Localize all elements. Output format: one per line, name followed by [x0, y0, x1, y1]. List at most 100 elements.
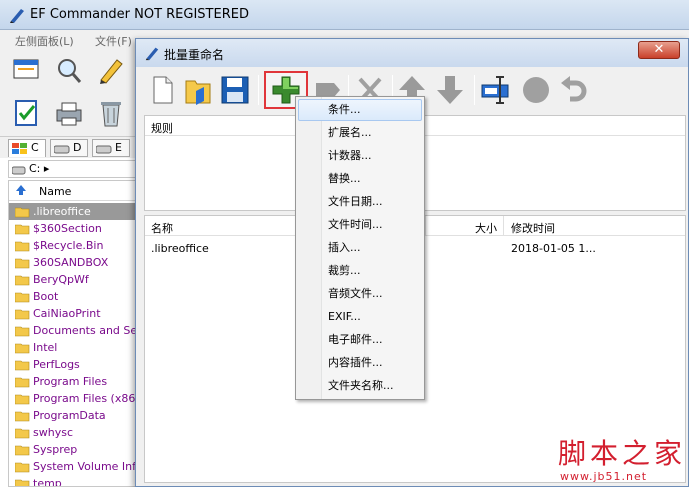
dialog-title: 批量重命名: [164, 48, 225, 62]
folder-icon: [14, 325, 30, 337]
list-item[interactable]: temp: [9, 475, 139, 486]
windows-drive-icon: [12, 143, 28, 154]
sort-up-arrow-icon[interactable]: [15, 184, 27, 199]
folder-icon: [14, 376, 30, 388]
watermark-url-text: www.jb51.net: [560, 470, 648, 483]
app-pen-icon: [8, 6, 26, 27]
menu-item[interactable]: EXIF...: [298, 306, 422, 328]
menu-item[interactable]: 计数器...: [298, 145, 422, 167]
menu-item[interactable]: 音频文件...: [298, 283, 422, 305]
list-item-label: Boot: [33, 290, 59, 303]
site-watermark: 脚本之家 www.jb51.net: [520, 432, 689, 487]
folder-icon: [14, 461, 30, 473]
menu-item[interactable]: 替换...: [298, 168, 422, 190]
path-bar[interactable]: C: ▸: [8, 160, 140, 178]
file-name-cell: .libreoffice: [151, 242, 209, 255]
recycle-bin-icon[interactable]: [96, 98, 126, 128]
drive-icon: [11, 164, 26, 175]
column-modified-header[interactable]: 修改时间: [511, 220, 555, 236]
list-item[interactable]: ProgramData: [9, 407, 139, 424]
list-item-label: CaiNiaoPrint: [33, 307, 101, 320]
drive-tab-e[interactable]: E: [92, 139, 130, 157]
folder-icon: [14, 223, 30, 235]
list-item[interactable]: Program Files (x86): [9, 390, 139, 407]
drive-tab-d[interactable]: D: [50, 139, 88, 157]
app-pen-icon: [144, 45, 160, 64]
column-name-header[interactable]: Name: [39, 185, 71, 198]
new-document-icon[interactable]: [146, 73, 178, 107]
list-item-label: Program Files (x86): [33, 392, 140, 405]
window-icon[interactable]: [12, 56, 42, 86]
menu-item[interactable]: 条件...: [298, 99, 422, 121]
list-item[interactable]: Program Files: [9, 373, 139, 390]
move-down-icon[interactable]: [434, 73, 466, 107]
current-path: C: ▸: [29, 162, 50, 175]
menu-item[interactable]: 内容插件...: [298, 352, 422, 374]
edit-pencil-icon[interactable]: [96, 56, 126, 86]
list-item[interactable]: Intel: [9, 339, 139, 356]
main-window-title: EF Commander NOT REGISTERED: [30, 7, 249, 22]
left-file-list[interactable]: Name .libreoffice $360Section $Recycle.Bin…: [8, 180, 140, 487]
undo-icon[interactable]: [558, 73, 590, 107]
list-item-label: .libreoffice: [33, 205, 91, 218]
menu-item[interactable]: 电子邮件...: [298, 329, 422, 351]
folder-icon: [14, 291, 30, 303]
close-button[interactable]: ✕: [638, 41, 680, 59]
list-item[interactable]: $360Section: [9, 220, 139, 237]
list-item[interactable]: .libreoffice: [9, 203, 139, 220]
list-item[interactable]: 360SANDBOX: [9, 254, 139, 271]
list-item-label: $360Section: [33, 222, 102, 235]
drive-tab-c[interactable]: C: [8, 139, 46, 157]
menu-item[interactable]: 扩展名...: [298, 122, 422, 144]
list-item-label: ProgramData: [33, 409, 106, 422]
drive-tabs: C D E: [0, 136, 140, 158]
list-item[interactable]: Boot: [9, 288, 139, 305]
folder-icon: [14, 240, 30, 252]
drive-tab-label: E: [115, 141, 122, 154]
main-toolbar: [0, 50, 140, 136]
rules-header-label: 规则: [151, 122, 173, 135]
main-title-bar: EF Commander NOT REGISTERED: [0, 0, 689, 30]
record-circle-icon[interactable]: [520, 73, 552, 107]
drive-tab-label: D: [73, 141, 82, 154]
folder-icon: [14, 410, 30, 422]
list-item-label: 360SANDBOX: [33, 256, 109, 269]
menu-item[interactable]: 文件夹名称...: [298, 375, 422, 397]
drive-tab-label: C: [31, 141, 39, 154]
list-item[interactable]: swhysc: [9, 424, 139, 441]
file-list-header: Name: [9, 181, 139, 201]
menu-item[interactable]: 裁剪...: [298, 260, 422, 282]
menu-item[interactable]: 文件时间...: [298, 214, 422, 236]
folder-icon: [14, 359, 30, 371]
column-name-header[interactable]: 名称: [151, 220, 173, 236]
list-item[interactable]: CaiNiaoPrint: [9, 305, 139, 322]
list-item[interactable]: BeryQpWf: [9, 271, 139, 288]
save-disk-icon[interactable]: [218, 73, 250, 107]
menu-left-panel[interactable]: 左侧面板(L): [15, 33, 74, 49]
list-item-label: Program Files: [33, 375, 108, 388]
list-item-label: swhysc: [33, 426, 73, 439]
menu-item[interactable]: 插入...: [298, 237, 422, 259]
menu-file[interactable]: 文件(F): [95, 33, 132, 49]
list-item[interactable]: Documents and Settings: [9, 322, 139, 339]
menu-item[interactable]: 文件日期...: [298, 191, 422, 213]
column-size-header[interactable]: 大小: [475, 220, 497, 236]
folder-icon: [14, 342, 30, 354]
list-item[interactable]: System Volume Information: [9, 458, 139, 475]
rename-preview-icon[interactable]: [480, 73, 512, 107]
open-folder-icon[interactable]: [182, 73, 214, 107]
folder-icon: [14, 444, 30, 456]
list-item[interactable]: PerfLogs: [9, 356, 139, 373]
hard-drive-icon: [95, 143, 112, 154]
folder-icon: [14, 308, 30, 320]
list-item[interactable]: $Recycle.Bin: [9, 237, 139, 254]
printer-icon[interactable]: [54, 98, 84, 128]
folder-icon: [14, 478, 30, 486]
search-icon[interactable]: [54, 56, 84, 86]
checklist-icon[interactable]: [12, 98, 42, 128]
add-rule-menu: 条件... 扩展名... 计数器... 替换... 文件日期... 文件时间... 插入..…: [295, 96, 425, 400]
list-item-label: Documents and Settings: [33, 324, 139, 337]
list-item-label: PerfLogs: [33, 358, 80, 371]
list-item-label: Sysprep: [33, 443, 78, 456]
list-item[interactable]: Sysprep: [9, 441, 139, 458]
